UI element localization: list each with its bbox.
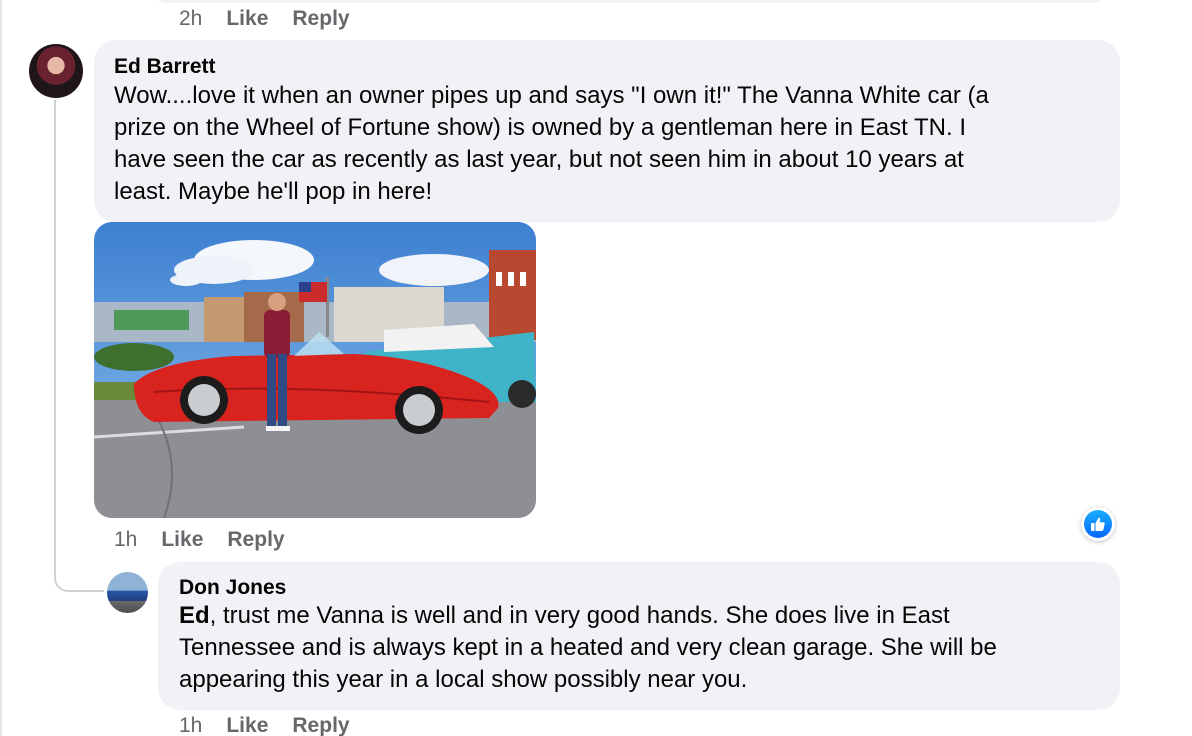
previous-comment-bubble bbox=[150, 0, 1110, 3]
reaction-badge[interactable] bbox=[1081, 507, 1115, 541]
comment-line: Ed, trust me Vanna is well and in very g… bbox=[179, 600, 997, 632]
comment-line: have seen the car as recently as last ye… bbox=[114, 146, 964, 173]
comment-time[interactable]: 1h bbox=[114, 528, 137, 552]
previous-comment-actions: 2h Like Reply bbox=[179, 7, 374, 31]
comment-line: Wow....love it when an owner pipes up an… bbox=[114, 82, 989, 109]
like-button[interactable]: Like bbox=[226, 7, 268, 31]
avatar[interactable] bbox=[29, 44, 83, 98]
comment-time[interactable]: 2h bbox=[179, 7, 202, 31]
comment-line: least. Maybe he'll pop in here! bbox=[114, 178, 433, 205]
comment-text: Wow....love it when an owner pipes up an… bbox=[114, 80, 989, 208]
comment-line: appearing this year in a local show poss… bbox=[179, 666, 748, 693]
comment-author[interactable]: Don Jones bbox=[179, 576, 286, 600]
like-icon bbox=[1084, 510, 1112, 538]
comment-author[interactable]: Ed Barrett bbox=[114, 55, 216, 79]
reply-button[interactable]: Reply bbox=[292, 7, 349, 31]
comment-line-text: , trust me Vanna is well and in very goo… bbox=[209, 602, 950, 629]
reply-button[interactable]: Reply bbox=[292, 714, 349, 736]
comment-thread: 2h Like Reply Ed Barrett Wow....love it … bbox=[0, 0, 1192, 736]
like-button[interactable]: Like bbox=[161, 528, 203, 552]
avatar[interactable] bbox=[107, 572, 148, 613]
like-button[interactable]: Like bbox=[226, 714, 268, 736]
comment-text: Ed, trust me Vanna is well and in very g… bbox=[179, 600, 997, 696]
comment-line: Tennessee and is always kept in a heated… bbox=[179, 634, 997, 661]
comment-line: prize on the Wheel of Fortune show) is o… bbox=[114, 114, 966, 141]
reply-button[interactable]: Reply bbox=[227, 528, 284, 552]
comment-actions: 1h Like Reply bbox=[179, 714, 374, 736]
divider bbox=[0, 0, 2, 736]
comment-time[interactable]: 1h bbox=[179, 714, 202, 736]
comment-photo[interactable] bbox=[94, 222, 536, 518]
mention-link[interactable]: Ed bbox=[179, 602, 210, 629]
comment-actions: 1h Like Reply bbox=[114, 528, 309, 552]
